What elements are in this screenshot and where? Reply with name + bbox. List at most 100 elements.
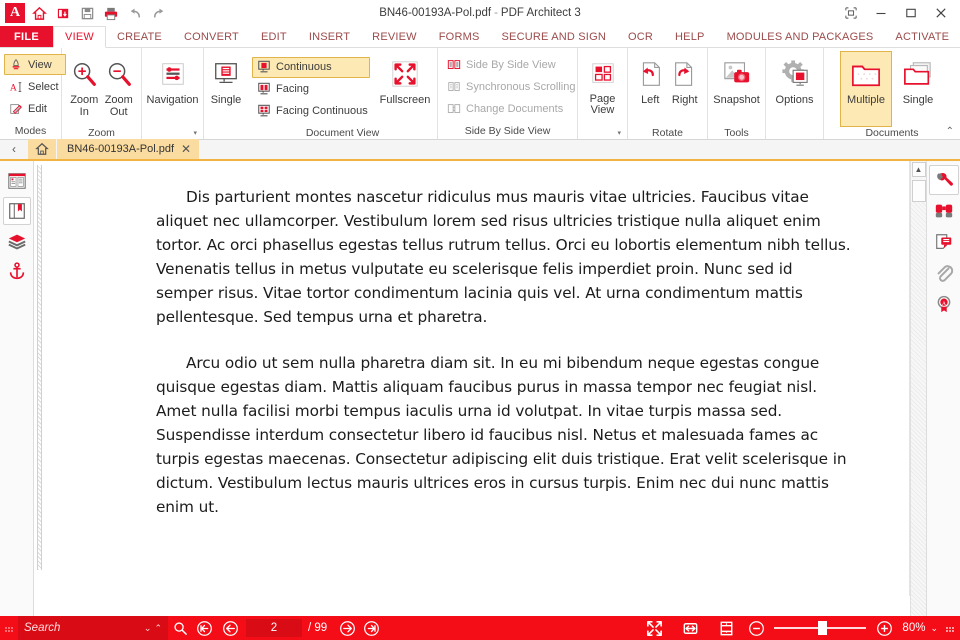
tab-modules-and-packages[interactable]: MODULES AND PACKAGES: [716, 26, 885, 47]
navigation-label: Navigation: [146, 94, 199, 106]
minimize-icon[interactable]: [866, 1, 896, 25]
documents-single-button[interactable]: Single: [892, 51, 944, 127]
zoom-in-button[interactable]: Zoom In: [67, 51, 102, 127]
open-document-icon[interactable]: [52, 2, 74, 24]
next-page-button[interactable]: [335, 616, 359, 640]
rotate-left-button[interactable]: Left: [633, 51, 668, 127]
fit-width-button[interactable]: [672, 616, 708, 640]
tab-file[interactable]: FILE: [0, 26, 54, 47]
navigation-dropdown-icon[interactable]: ▾: [193, 129, 197, 137]
panel-splitter[interactable]: [34, 161, 44, 616]
view-continuous-button[interactable]: Continuous: [252, 56, 370, 78]
undo-icon[interactable]: [124, 2, 146, 24]
bookmarks-icon[interactable]: [2, 197, 31, 225]
zoom-slider-thumb[interactable]: [818, 621, 828, 635]
tab-edit[interactable]: EDIT: [250, 26, 298, 47]
tab-help[interactable]: HELP: [664, 26, 716, 47]
scrollbar-track[interactable]: [911, 202, 926, 616]
layers-icon[interactable]: [3, 227, 31, 255]
resize-grip-icon[interactable]: [944, 623, 960, 633]
document-tab-close-icon[interactable]: ✕: [181, 143, 191, 155]
print-icon[interactable]: [100, 2, 122, 24]
synchronous-scrolling-button[interactable]: Synchronous Scrolling: [442, 76, 582, 97]
search-box[interactable]: ⌄ ⌃: [18, 616, 168, 640]
tab-activate[interactable]: ACTIVATE: [884, 26, 960, 47]
change-documents-button[interactable]: Change Documents: [442, 98, 582, 119]
pages-thumbnails-icon[interactable]: [3, 167, 31, 195]
tab-ocr[interactable]: OCR: [617, 26, 664, 47]
ribbon-group-modes: View A Select Edit Modes: [0, 48, 66, 139]
search-magnifier-icon[interactable]: [168, 616, 192, 640]
snapshot-button[interactable]: Snapshot: [712, 51, 760, 127]
view-facing-button[interactable]: Facing: [252, 79, 370, 100]
doctab-scroll-left-icon[interactable]: ‹: [0, 139, 28, 159]
home-tab-icon[interactable]: [28, 139, 56, 159]
home-icon[interactable]: [28, 2, 50, 24]
mode-edit-button[interactable]: Edit: [4, 98, 66, 119]
save-icon[interactable]: [76, 2, 98, 24]
single-page-button[interactable]: Single: [205, 51, 247, 127]
mode-view-button[interactable]: View: [4, 54, 66, 75]
current-page-input[interactable]: 2: [246, 619, 302, 637]
first-page-button[interactable]: [192, 616, 216, 640]
tab-secure-and-sign[interactable]: SECURE AND SIGN: [491, 26, 617, 47]
zoom-dropdown-icon[interactable]: ⌄: [925, 623, 944, 634]
zoom-out-label: Zoom Out: [104, 94, 133, 118]
splitter-grip[interactable]: [36, 165, 42, 570]
snapshot-camera-icon: [722, 56, 752, 92]
tools-wrench-icon[interactable]: [928, 165, 959, 195]
view-facing-continuous-button[interactable]: Facing Continuous: [252, 101, 370, 122]
zoom-out-button[interactable]: Zoom Out: [102, 51, 137, 127]
search-prev-icon[interactable]: ⌃: [154, 623, 162, 634]
zoom-out-button[interactable]: [744, 616, 768, 640]
tab-insert[interactable]: INSERT: [298, 26, 361, 47]
ribbon: View A Select Edit Modes Zoom In Zoom Ou…: [0, 48, 960, 140]
redo-icon[interactable]: [148, 2, 170, 24]
search-next-icon[interactable]: ⌄: [144, 623, 152, 634]
ribbon-display-options-icon[interactable]: [836, 1, 866, 25]
zoom-level-label[interactable]: 80%: [896, 622, 925, 634]
fullscreen-button[interactable]: Fullscreen: [378, 51, 432, 127]
mode-select-button[interactable]: A Select: [4, 76, 66, 97]
tab-review[interactable]: REVIEW: [361, 26, 428, 47]
paperclip-icon[interactable]: [929, 258, 959, 288]
title-separator: -: [494, 7, 498, 19]
close-icon[interactable]: [926, 1, 956, 25]
edit-pencil-icon: [8, 101, 24, 117]
comment-icon[interactable]: [929, 227, 959, 257]
page-view-dropdown-icon[interactable]: ▾: [617, 129, 621, 137]
tab-convert[interactable]: CONVERT: [173, 26, 250, 47]
binoculars-search-icon[interactable]: [929, 196, 959, 226]
rotate-right-button[interactable]: Right: [668, 51, 703, 127]
fit-page-button[interactable]: [708, 616, 744, 640]
signature-seal-icon[interactable]: A: [929, 289, 959, 319]
ribbon-collapse-icon[interactable]: ⌃: [946, 126, 954, 137]
rotate-left-label: Left: [641, 94, 660, 106]
maximize-icon[interactable]: [896, 1, 926, 25]
search-input[interactable]: [24, 622, 140, 634]
fullscreen-button[interactable]: [636, 616, 672, 640]
single-document-icon: [902, 56, 934, 92]
document-tab[interactable]: BN46-00193A-Pol.pdf ✕: [56, 139, 200, 159]
last-page-button[interactable]: [359, 616, 383, 640]
tab-forms[interactable]: FORMS: [428, 26, 491, 47]
zoom-in-button[interactable]: [872, 616, 896, 640]
options-button[interactable]: Options: [771, 51, 818, 127]
anchor-icon[interactable]: [3, 257, 31, 285]
navigation-button[interactable]: Navigation: [146, 51, 200, 127]
page-view-button[interactable]: Page View: [583, 51, 622, 127]
tab-create[interactable]: CREATE: [106, 26, 173, 47]
title-app-name: PDF Architect 3: [500, 7, 581, 19]
pdf-page: Dis parturient montes nascetur ridiculus…: [44, 161, 910, 596]
scrollbar-thumb[interactable]: [911, 180, 926, 202]
documents-multiple-button[interactable]: Multiple: [840, 51, 892, 127]
ribbon-tab-strip: FILE VIEW CREATE CONVERT EDIT INSERT REV…: [0, 26, 960, 48]
tab-view[interactable]: VIEW: [53, 26, 106, 48]
side-by-side-view-button[interactable]: Side By Side View: [442, 54, 582, 75]
search-nav-chevrons[interactable]: ⌄ ⌃: [144, 623, 162, 634]
zoom-slider-track[interactable]: [774, 621, 867, 635]
previous-page-button[interactable]: [218, 616, 242, 640]
zoom-control[interactable]: [744, 616, 896, 640]
document-vertical-scrollbar[interactable]: ▲: [910, 161, 926, 616]
scroll-up-arrow-icon[interactable]: ▲: [911, 162, 926, 177]
